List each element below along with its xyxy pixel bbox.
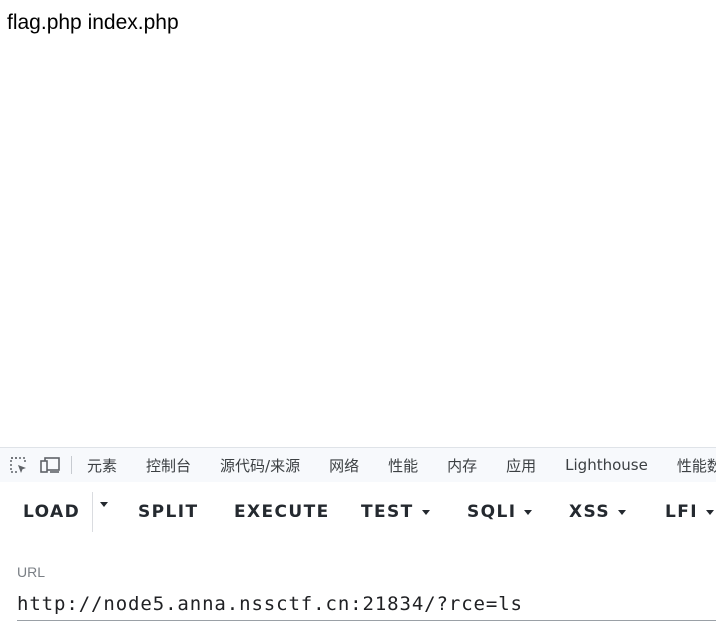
tab-performance[interactable]: 性能 (388, 455, 418, 476)
chevron-down-icon (421, 509, 430, 515)
tab-lighthouse[interactable]: Lighthouse (565, 456, 648, 474)
chevron-down-icon (524, 509, 533, 515)
tab-application[interactable]: 应用 (506, 455, 536, 476)
test-menu-button[interactable]: TEST (361, 502, 430, 522)
devtools-separator (71, 456, 72, 474)
hackbar-toolbar: LOAD SPLIT EXECUTE TEST SQLI XSS LFI (0, 482, 716, 542)
hackbar-panel: LOAD SPLIT EXECUTE TEST SQLI XSS LFI URL (0, 482, 716, 644)
chevron-down-icon (705, 509, 714, 515)
split-button[interactable]: SPLIT (138, 502, 198, 522)
chevron-down-icon (100, 502, 108, 507)
load-dropdown-button[interactable] (92, 502, 116, 507)
test-button-label: TEST (361, 502, 414, 522)
execute-button-label: EXECUTE (234, 502, 330, 522)
lfi-button-label: LFI (665, 502, 698, 522)
xss-menu-button[interactable]: XSS (569, 502, 627, 522)
tab-performance-insights[interactable]: 性能数 (677, 455, 716, 476)
url-field-label: URL (17, 564, 46, 580)
chevron-down-icon (618, 509, 627, 515)
inspect-element-icon[interactable] (7, 454, 29, 476)
tab-network[interactable]: 网络 (329, 455, 359, 476)
tab-elements[interactable]: 元素 (87, 455, 117, 476)
lfi-menu-button[interactable]: LFI (665, 502, 714, 522)
sqli-menu-button[interactable]: SQLI (467, 502, 533, 522)
devtools-tab-bar: 元素 控制台 源代码/来源 网络 性能 内存 应用 Lighthouse 性能数 (0, 447, 716, 483)
page-output-text: flag.php index.php (7, 11, 179, 34)
execute-button[interactable]: EXECUTE (234, 502, 330, 522)
device-toolbar-icon[interactable] (39, 454, 61, 476)
load-button-label: LOAD (23, 502, 81, 522)
load-button[interactable]: LOAD (23, 502, 80, 522)
load-divider (92, 492, 93, 532)
xss-button-label: XSS (569, 502, 611, 522)
tab-memory[interactable]: 内存 (447, 455, 477, 476)
tab-console[interactable]: 控制台 (146, 455, 191, 476)
sqli-button-label: SQLI (467, 502, 517, 522)
split-button-label: SPLIT (138, 502, 199, 522)
tab-sources[interactable]: 源代码/来源 (220, 455, 300, 476)
url-input[interactable] (17, 588, 716, 621)
